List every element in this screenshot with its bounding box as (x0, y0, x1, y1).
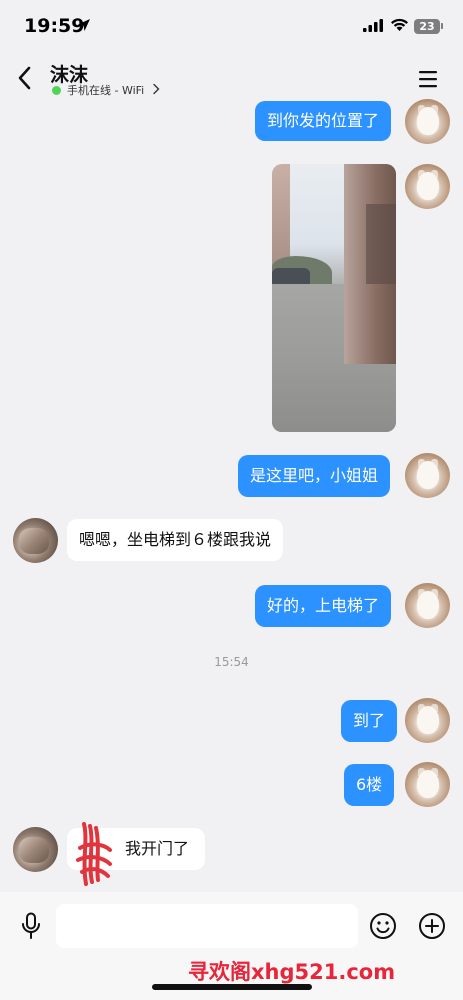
avatar-photo (19, 528, 49, 554)
battery-level: 23 (419, 20, 435, 33)
photo-storefront (366, 204, 396, 284)
my-avatar[interactable] (405, 99, 450, 144)
avatar-photo (19, 837, 49, 863)
message-bubble-sent[interactable]: 是这里吧，小姐姐 (238, 455, 391, 497)
redaction-scribble (76, 822, 112, 886)
online-status[interactable]: 手机在线 - WiFi (67, 82, 144, 98)
avatar-cat-face (417, 591, 439, 619)
chat-header: 沫沫 手机在线 - WiFi (0, 52, 463, 104)
back-arrow-icon[interactable] (12, 62, 38, 94)
online-status-dot (52, 86, 61, 95)
status-bar: 19:59 23 (0, 0, 463, 52)
location-arrow-icon (78, 19, 90, 31)
my-avatar[interactable] (405, 762, 450, 807)
contact-avatar[interactable] (13, 827, 58, 872)
avatar-cat-face (417, 770, 439, 798)
my-avatar[interactable] (405, 453, 450, 498)
battery-indicator: 23 (414, 19, 440, 34)
message-bubble-sent[interactable]: 6楼 (344, 764, 395, 806)
message-bubble-sent[interactable]: 到你发的位置了 (255, 101, 392, 141)
avatar-cat-face (417, 172, 439, 200)
photo-cars (272, 268, 310, 284)
avatar-cat-face (417, 706, 439, 734)
image-message[interactable] (272, 164, 396, 432)
home-indicator[interactable] (152, 984, 312, 990)
signal-icon (363, 19, 383, 32)
avatar-cat-face (417, 107, 439, 135)
message-timestamp: 15:54 (214, 655, 249, 669)
message-bubble-received[interactable]: 嗯嗯，坐电梯到６楼跟我说 (67, 519, 284, 561)
contact-avatar[interactable] (13, 518, 58, 563)
battery-tip (441, 23, 443, 29)
message-bubble-sent[interactable]: 好的，上电梯了 (255, 585, 392, 627)
message-input[interactable] (56, 904, 358, 948)
my-avatar[interactable] (405, 164, 450, 209)
plus-icon[interactable] (418, 912, 446, 940)
emoji-icon[interactable] (369, 912, 397, 940)
my-avatar[interactable] (405, 583, 450, 628)
avatar-cat-face (417, 461, 439, 489)
wifi-icon (391, 18, 408, 31)
message-bubble-sent[interactable]: 到了 (341, 700, 398, 742)
microphone-icon[interactable] (20, 912, 42, 940)
menu-icon[interactable] (417, 70, 439, 88)
my-avatar[interactable] (405, 698, 450, 743)
chevron-right-icon[interactable] (151, 83, 161, 95)
watermark: 寻欢阁xhg521.com (188, 960, 396, 984)
